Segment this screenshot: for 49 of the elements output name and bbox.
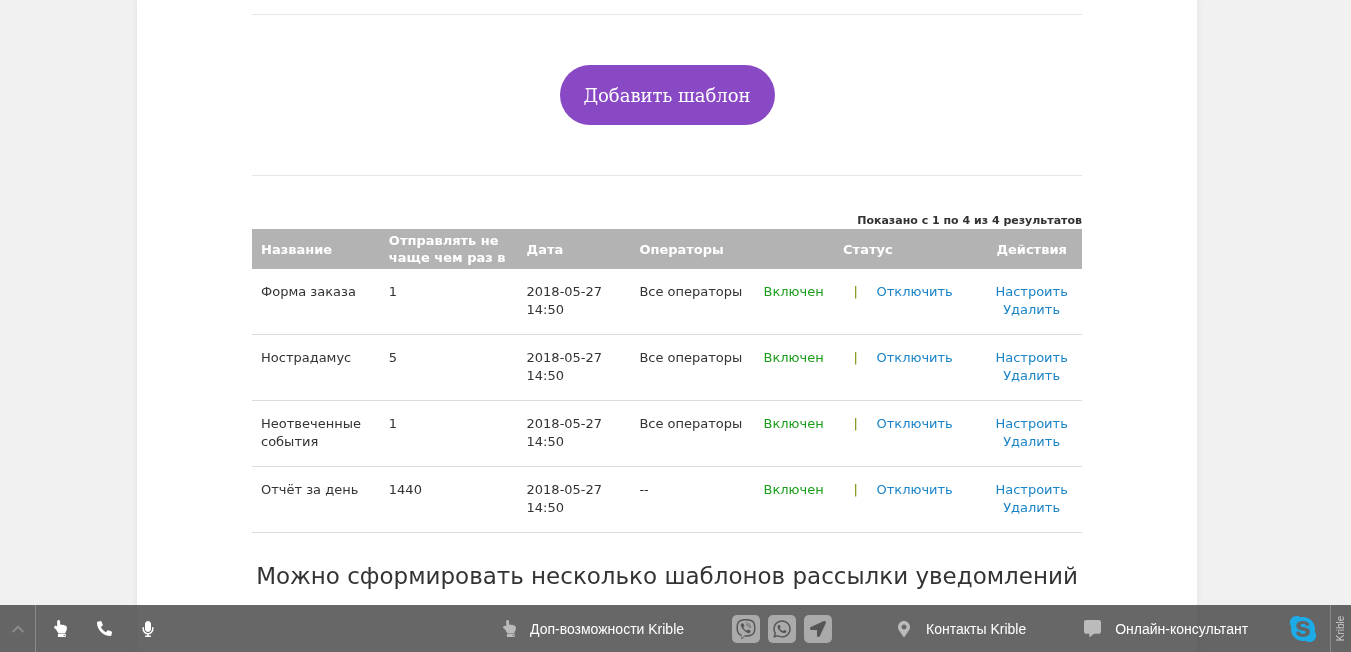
- operators-value: --: [639, 482, 649, 497]
- interval-value: 5: [388, 350, 398, 365]
- separator-text: |: [853, 349, 859, 367]
- delete-link[interactable]: Удалить: [1003, 301, 1061, 319]
- status-label: Включен: [763, 349, 825, 367]
- interval-value: 1: [388, 284, 398, 299]
- date-value: 2018-05-27 14:50: [526, 350, 603, 383]
- column-header: Действия: [981, 229, 1082, 269]
- interval-value: 1: [388, 416, 398, 431]
- status-label: Включен: [763, 481, 825, 499]
- disable-link[interactable]: Отключить: [876, 415, 953, 433]
- configure-link[interactable]: Настроить: [995, 283, 1068, 301]
- section-heading: Можно сформировать несколько шаблонов рассылки уведомлений: [255, 563, 1079, 589]
- status-label: Включен: [763, 415, 825, 433]
- separator-text: |: [853, 481, 859, 499]
- column-header: Дата: [517, 229, 631, 269]
- features-link[interactable]: Доп-возможности Krible: [530, 620, 685, 637]
- configure-link[interactable]: Настроить: [995, 415, 1068, 433]
- date-value: 2018-05-27 14:50: [526, 284, 603, 317]
- separator-text: |: [853, 283, 859, 301]
- date-value: 2018-05-27 14:50: [526, 416, 603, 449]
- operators-value: Все операторы: [639, 284, 743, 299]
- column-header: Отправлять не чаще чем раз в: [379, 229, 518, 269]
- configure-link[interactable]: Настроить: [995, 349, 1068, 367]
- column-header: Статус: [754, 229, 982, 269]
- delete-link[interactable]: Удалить: [1003, 367, 1061, 385]
- template-name: Нострадамус: [261, 350, 352, 365]
- delete-link[interactable]: Удалить: [1003, 433, 1061, 451]
- configure-link[interactable]: Настроить: [995, 481, 1068, 499]
- interval-value: 1440: [388, 482, 422, 497]
- vertical-label: Krible: [1335, 615, 1347, 642]
- operators-value: Все операторы: [639, 416, 743, 431]
- results-info: Показано с 1 по 4 из 4 результатов: [856, 214, 1082, 227]
- separator-text: |: [853, 415, 859, 433]
- delete-link[interactable]: Удалить: [1003, 499, 1061, 517]
- disable-link[interactable]: Отключить: [876, 283, 953, 301]
- disable-link[interactable]: Отключить: [876, 349, 953, 367]
- date-value: 2018-05-27 14:50: [526, 482, 603, 515]
- add-template-button[interactable]: Добавить шаблон: [559, 65, 775, 125]
- status-label: Включен: [763, 283, 825, 301]
- contacts-link[interactable]: Контакты Krible: [926, 620, 1027, 637]
- column-header: Название: [252, 229, 380, 269]
- template-name: Неотвеченные события: [261, 416, 361, 449]
- disable-link[interactable]: Отключить: [876, 481, 953, 499]
- template-name: Форма заказа: [261, 284, 356, 299]
- template-name: Отчёт за день: [261, 482, 359, 497]
- consultant-link[interactable]: Онлайн-консультант: [1115, 620, 1249, 637]
- column-header: Операторы: [630, 229, 755, 269]
- operators-value: Все операторы: [639, 350, 743, 365]
